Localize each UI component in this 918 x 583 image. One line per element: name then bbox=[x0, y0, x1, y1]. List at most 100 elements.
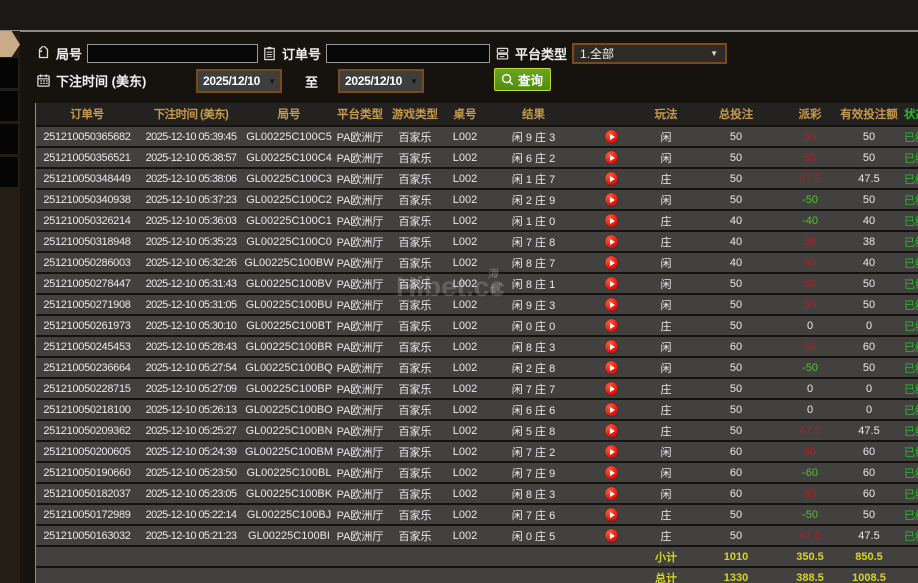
play-icon[interactable] bbox=[604, 235, 618, 248]
cell-replay bbox=[581, 190, 641, 209]
cell-order-no: 251210050261973 bbox=[43, 319, 131, 332]
cell-payout: 60 bbox=[803, 445, 817, 458]
cell-play-type: 庄 bbox=[660, 404, 672, 417]
play-icon[interactable] bbox=[604, 277, 618, 290]
cell-valid-bet: 47.5 bbox=[858, 172, 880, 185]
play-icon[interactable] bbox=[604, 319, 618, 332]
subtotal-row-empty-cell bbox=[334, 547, 386, 566]
cell-status: 已结算 bbox=[904, 383, 918, 396]
order-input[interactable] bbox=[326, 43, 491, 63]
cell-payout: 60 bbox=[803, 340, 817, 353]
bet-time-label: 下注时间 (美东) bbox=[56, 73, 147, 89]
chevron-down-icon: ▼ bbox=[268, 76, 276, 86]
search-button[interactable]: 查询 bbox=[494, 68, 552, 91]
cell-result: 闲 8 庄 7 bbox=[511, 257, 556, 270]
subtotal-row: 小计 1010 350.5 850.5 bbox=[36, 547, 918, 566]
play-icon[interactable] bbox=[604, 172, 618, 185]
cell-bet-time: 2025-12-10 05:22:14 bbox=[145, 508, 237, 521]
cell-payout: 50 bbox=[803, 151, 817, 164]
play-icon[interactable] bbox=[604, 529, 618, 542]
cell-order-no: 251210050218100 bbox=[43, 403, 131, 416]
cell-game-type: 百家乐 bbox=[398, 278, 432, 291]
cell-order-no: 251210050209362 bbox=[43, 424, 131, 437]
strip-block bbox=[0, 124, 18, 154]
cell-valid-bet: 50 bbox=[862, 361, 876, 374]
cell-play-type: 闲 bbox=[660, 152, 672, 165]
cell-valid-bet: 50 bbox=[862, 151, 876, 164]
cell-replay bbox=[581, 484, 641, 503]
cell-status: 已结算 bbox=[904, 194, 918, 207]
cell-platform: PA欧洲厅 bbox=[336, 530, 384, 543]
play-icon[interactable] bbox=[604, 256, 618, 269]
cell-game-type: 百家乐 bbox=[398, 404, 432, 417]
cell-table-no: L002 bbox=[452, 193, 478, 206]
play-icon[interactable] bbox=[604, 382, 618, 395]
chevron-down-icon: ▼ bbox=[710, 48, 719, 58]
cell-play-type: 庄 bbox=[660, 215, 672, 228]
play-icon[interactable] bbox=[604, 298, 618, 311]
total-row: 总计 1330 388.5 1008.5 bbox=[36, 568, 918, 583]
play-icon[interactable] bbox=[604, 361, 618, 374]
cell-result: 闲 2 庄 9 bbox=[511, 194, 556, 207]
cell-round-no: GL00225C100BW bbox=[244, 256, 334, 269]
cell-order-no: 251210050236664 bbox=[43, 361, 131, 374]
col-header-platform: 平台类型 bbox=[337, 109, 383, 121]
play-icon[interactable] bbox=[604, 445, 618, 458]
play-icon[interactable] bbox=[604, 214, 618, 227]
cell-result: 闲 8 庄 1 bbox=[511, 278, 556, 291]
cell-table-no: L002 bbox=[452, 445, 478, 458]
cell-platform: PA欧洲厅 bbox=[336, 509, 384, 522]
cell-bet-time: 2025-12-10 05:25:27 bbox=[145, 424, 237, 437]
total-row-empty-cell bbox=[36, 568, 138, 583]
cell-platform: PA欧洲厅 bbox=[336, 404, 384, 417]
cell-valid-bet: 40 bbox=[862, 214, 876, 227]
date-from-picker[interactable]: 2025/12/10 ▼ bbox=[196, 69, 282, 93]
table-row: 251210050228715 2025-12-10 05:27:09 GL0022… bbox=[36, 379, 918, 398]
cell-order-no: 251210050228715 bbox=[43, 382, 131, 395]
date-to-picker[interactable]: 2025/12/10 ▼ bbox=[338, 69, 424, 93]
cell-round-no: GL00225C100BO bbox=[245, 403, 333, 416]
cell-bet-time: 2025-12-10 05:31:05 bbox=[145, 298, 237, 311]
cell-valid-bet: 50 bbox=[862, 130, 876, 143]
cell-total-bet: 50 bbox=[729, 361, 743, 374]
cell-bet-time: 2025-12-10 05:24:39 bbox=[145, 445, 237, 458]
play-icon[interactable] bbox=[604, 466, 618, 479]
col-header-round-no: 局号 bbox=[277, 109, 301, 121]
play-icon[interactable] bbox=[604, 130, 618, 143]
play-icon[interactable] bbox=[604, 340, 618, 353]
platform-select[interactable]: 1.全部 ▼ bbox=[572, 42, 728, 64]
play-icon[interactable] bbox=[604, 508, 618, 521]
play-icon[interactable] bbox=[604, 403, 618, 416]
subtotal-row-empty-cell bbox=[138, 547, 244, 566]
cell-game-type: 百家乐 bbox=[398, 131, 432, 144]
cell-payout: 0 bbox=[806, 382, 814, 395]
cell-total-bet: 50 bbox=[729, 424, 743, 437]
cell-result: 闲 1 庄 7 bbox=[511, 173, 556, 186]
cell-table-no: L002 bbox=[452, 298, 478, 311]
round-input[interactable] bbox=[87, 43, 259, 63]
play-icon[interactable] bbox=[604, 424, 618, 437]
cell-replay bbox=[581, 463, 641, 482]
cell-table-no: L002 bbox=[452, 403, 478, 416]
cell-total-bet: 40 bbox=[729, 235, 743, 248]
play-icon[interactable] bbox=[604, 487, 618, 500]
cell-table-no: L002 bbox=[452, 340, 478, 353]
cell-platform: PA欧洲厅 bbox=[336, 383, 384, 396]
round-filter-group: 局号 bbox=[36, 42, 259, 64]
cell-status: 已结算 bbox=[904, 131, 918, 144]
cell-round-no: GL00225C100C3 bbox=[246, 172, 332, 185]
cell-game-type: 百家乐 bbox=[398, 509, 432, 522]
cell-payout: 38 bbox=[803, 235, 817, 248]
cell-order-no: 251210050200605 bbox=[43, 445, 131, 458]
cell-total-bet: 50 bbox=[729, 382, 743, 395]
total-row-empty-cell bbox=[334, 568, 386, 583]
cell-round-no: GL00225C100C1 bbox=[246, 214, 332, 227]
cell-replay bbox=[581, 127, 641, 146]
cell-payout: 60 bbox=[803, 487, 817, 500]
tag-icon bbox=[36, 45, 51, 61]
play-icon[interactable] bbox=[604, 151, 618, 164]
subtotal-row-empty-cell bbox=[386, 547, 444, 566]
cell-play-type: 庄 bbox=[660, 173, 672, 186]
cell-platform: PA欧洲厅 bbox=[336, 425, 384, 438]
play-icon[interactable] bbox=[604, 193, 618, 206]
